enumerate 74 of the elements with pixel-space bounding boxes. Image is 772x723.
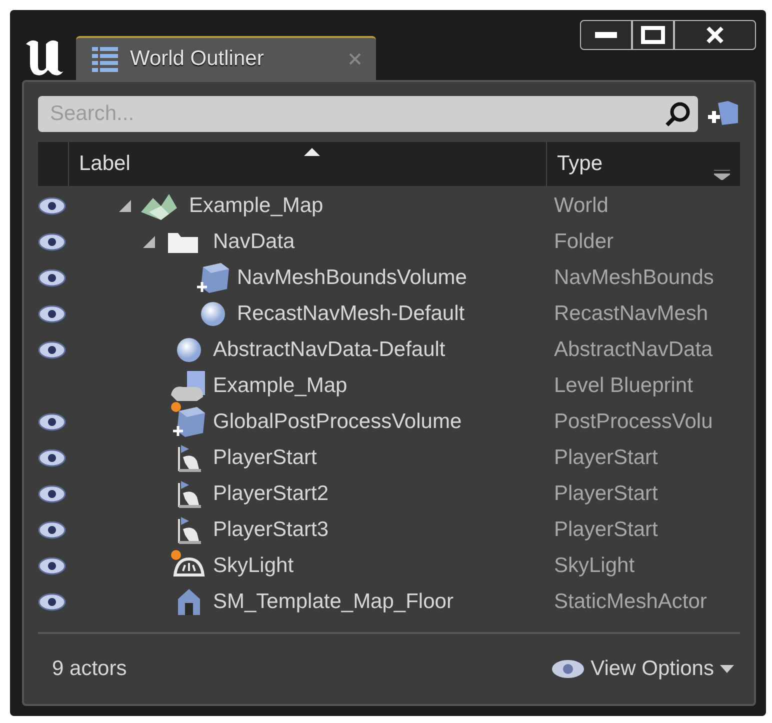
tree-row[interactable]: NavData Folder — [38, 224, 740, 260]
dropdown-icon[interactable] — [714, 170, 730, 180]
maximize-icon — [641, 26, 665, 44]
item-label[interactable]: PlayerStart2 — [213, 478, 329, 510]
tree-row[interactable]: SM_Template_Map_Floor StaticMeshActor — [38, 584, 740, 620]
flag-figure-icon — [175, 443, 203, 473]
maximize-button[interactable] — [632, 20, 674, 50]
tree-row[interactable]: PlayerStart2 PlayerStart — [38, 476, 740, 512]
minimize-button[interactable] — [580, 20, 632, 50]
item-type: StaticMeshActor — [553, 589, 707, 616]
eye-icon[interactable] — [38, 233, 66, 251]
item-type: World — [553, 193, 608, 220]
view-options-button[interactable]: View Options — [550, 653, 734, 685]
item-label[interactable]: SM_Template_Map_Floor — [213, 586, 454, 618]
box-icon — [195, 261, 231, 295]
search-icon[interactable] — [664, 100, 692, 128]
item-type: NavMeshBounds — [553, 265, 714, 292]
close-icon — [705, 25, 725, 45]
expand-arrow-icon[interactable] — [143, 236, 155, 248]
sphere-icon — [175, 336, 203, 364]
item-label[interactable]: Example_Map — [189, 190, 324, 222]
item-label[interactable]: RecastNavMesh-Default — [237, 298, 465, 330]
tree-row[interactable]: RecastNavMesh-Default RecastNavMesh — [38, 296, 740, 332]
item-label[interactable]: AbstractNavData-Default — [213, 334, 446, 366]
eye-icon[interactable] — [38, 197, 66, 215]
house-icon — [176, 587, 202, 617]
tree-row[interactable]: NavMeshBoundsVolume NavMeshBounds — [38, 260, 740, 296]
caret-icon — [720, 665, 734, 673]
item-type: SkyLight — [553, 553, 635, 580]
tree-row[interactable]: Example_Map Level Blueprint — [38, 368, 740, 404]
eye-icon[interactable] — [38, 341, 66, 359]
item-type: AbstractNavData — [553, 337, 713, 364]
item-type: PlayerStart — [553, 445, 658, 472]
eye-icon[interactable] — [38, 557, 66, 575]
flag-figure-icon — [175, 515, 203, 545]
item-label[interactable]: NavMeshBoundsVolume — [237, 262, 467, 294]
item-label[interactable]: PlayerStart3 — [213, 514, 329, 546]
item-type: PostProcessVolu — [553, 409, 713, 436]
actor-count: 9 actors — [52, 656, 127, 682]
eye-icon[interactable] — [38, 593, 66, 611]
tree-row[interactable]: Example_Map World — [38, 188, 740, 224]
eye-icon[interactable] — [38, 269, 66, 287]
minimize-icon — [595, 31, 617, 39]
tree-row[interactable]: PlayerStart3 PlayerStart — [38, 512, 740, 548]
item-label[interactable]: Example_Map — [213, 370, 348, 402]
box-icon — [171, 405, 207, 439]
item-label[interactable]: PlayerStart — [213, 442, 317, 474]
eye-icon[interactable] — [38, 521, 66, 539]
eye-icon[interactable] — [38, 413, 66, 431]
item-type: PlayerStart — [553, 517, 658, 544]
eye-icon[interactable] — [38, 449, 66, 467]
item-label[interactable]: NavData — [213, 226, 295, 258]
tree-row[interactable]: SkyLight SkyLight — [38, 548, 740, 584]
eye-icon[interactable] — [38, 305, 66, 323]
column-header[interactable]: Type — [546, 142, 740, 186]
eye-icon — [550, 659, 585, 679]
item-label[interactable]: SkyLight — [213, 550, 294, 582]
column-header[interactable]: Label — [68, 142, 546, 186]
tree-row[interactable]: AbstractNavData-Default AbstractNavData — [38, 332, 740, 368]
item-type: Level Blueprint — [553, 373, 693, 400]
flag-figure-icon — [175, 479, 203, 509]
window-tab[interactable]: World Outliner — [76, 36, 376, 80]
item-type: PlayerStart — [553, 481, 658, 508]
tree-row[interactable]: PlayerStart PlayerStart — [38, 440, 740, 476]
list-icon — [90, 44, 120, 74]
expand-arrow-icon[interactable] — [119, 200, 131, 212]
sphere-icon — [199, 300, 227, 328]
item-label[interactable]: GlobalPostProcessVolume — [213, 406, 462, 438]
item-type: Folder — [553, 229, 614, 256]
close-button[interactable] — [674, 20, 756, 50]
item-type: RecastNavMesh — [553, 301, 708, 328]
tree-row[interactable]: GlobalPostProcessVolume PostProcessVolu — [38, 404, 740, 440]
tab-title: World Outliner — [130, 46, 265, 72]
eye-icon[interactable] — [38, 485, 66, 503]
